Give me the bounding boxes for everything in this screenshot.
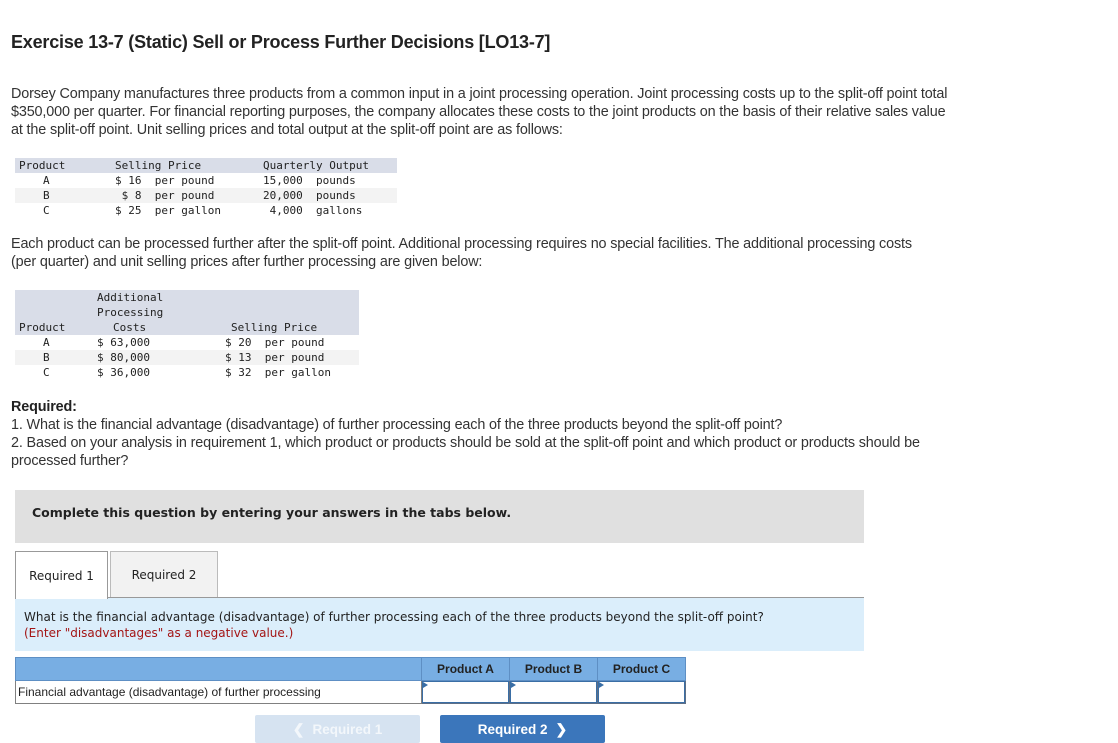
input-flag-icon [511,682,516,688]
header-selling-price: Selling Price [111,158,259,173]
row-label: Financial advantage (disadvantage) of fu… [15,680,422,704]
column-product-a: Product A [421,657,510,681]
table-row: B $ 8 per pound 20,000 pounds [15,188,397,203]
answer-row: Financial advantage (disadvantage) of fu… [15,680,686,704]
tab-required-2[interactable]: Required 2 [110,551,218,597]
question-hint: (Enter "disadvantages" as a negative val… [24,626,294,640]
header-costs-line3: Costs [93,320,211,335]
question-box: What is the financial advantage (disadva… [15,598,864,651]
next-button-label: Required 2 [477,721,548,737]
table-header-row: Product Selling Price Quarterly Output [15,158,397,173]
instruction-banner: Complete this question by entering your … [15,490,864,543]
answer-header-row: Product A Product B Product C [15,657,686,681]
further-processing-table: Additional Processing Product Costs Sell… [15,290,359,380]
intro-paragraph: Dorsey Company manufactures three produc… [11,86,948,138]
header-product: Product [15,320,93,335]
product-c-input-cell[interactable] [598,681,685,703]
prev-button-label: Required 1 [312,721,383,737]
table-row: C $ 25 per gallon 4,000 gallons [43,204,363,217]
header-selling-price: Selling Price [211,320,359,335]
table-row: A $ 16 per pound 15,000 pounds [43,174,356,187]
column-product-b: Product B [509,657,598,681]
header-quarterly-output: Quarterly Output [259,158,397,173]
prev-required-1-button[interactable]: ❮ Required 1 [255,715,420,743]
product-b-input-cell[interactable] [510,681,597,703]
chevron-right-icon: ❯ [555,720,568,737]
table-row: C $ 36,000 $ 32 per gallon [43,366,331,379]
required-section: Required: 1. What is the financial advan… [11,398,931,470]
product-c-input[interactable] [599,682,684,702]
product-a-input-cell[interactable] [422,681,509,703]
banner-text: Complete this question by entering your … [32,505,512,520]
product-a-input[interactable] [423,682,508,702]
header-costs-line2: Processing [93,305,211,320]
table-row: B $ 80,000 $ 13 per pound [15,350,359,365]
chevron-left-icon: ❮ [292,720,305,737]
split-off-table: Product Selling Price Quarterly Output A… [15,158,397,218]
question-text: What is the financial advantage (disadva… [24,610,764,624]
next-required-2-button[interactable]: Required 2 ❯ [440,715,605,743]
header-product: Product [15,158,111,173]
table-header-row: Additional [15,290,359,305]
required-heading: Required: [11,399,77,415]
product-b-input[interactable] [511,682,596,702]
column-product-c: Product C [597,657,686,681]
required-item-2: 2. Based on your analysis in requirement… [11,435,920,469]
input-flag-icon [423,682,428,688]
further-processing-paragraph: Each product can be processed further af… [11,236,912,270]
tab-required-1[interactable]: Required 1 [15,551,108,599]
tab-label: Required 1 [29,568,94,583]
tab-label: Required 2 [131,567,197,582]
required-item-1: 1. What is the financial advantage (disa… [11,417,783,433]
input-flag-icon [599,682,604,688]
answer-table: Product A Product B Product C Financial … [15,657,686,704]
page-title: Exercise 13-7 (Static) Sell or Process F… [11,32,551,52]
table-row: A $ 63,000 $ 20 per pound [43,336,325,349]
header-costs-line1: Additional [93,290,211,305]
